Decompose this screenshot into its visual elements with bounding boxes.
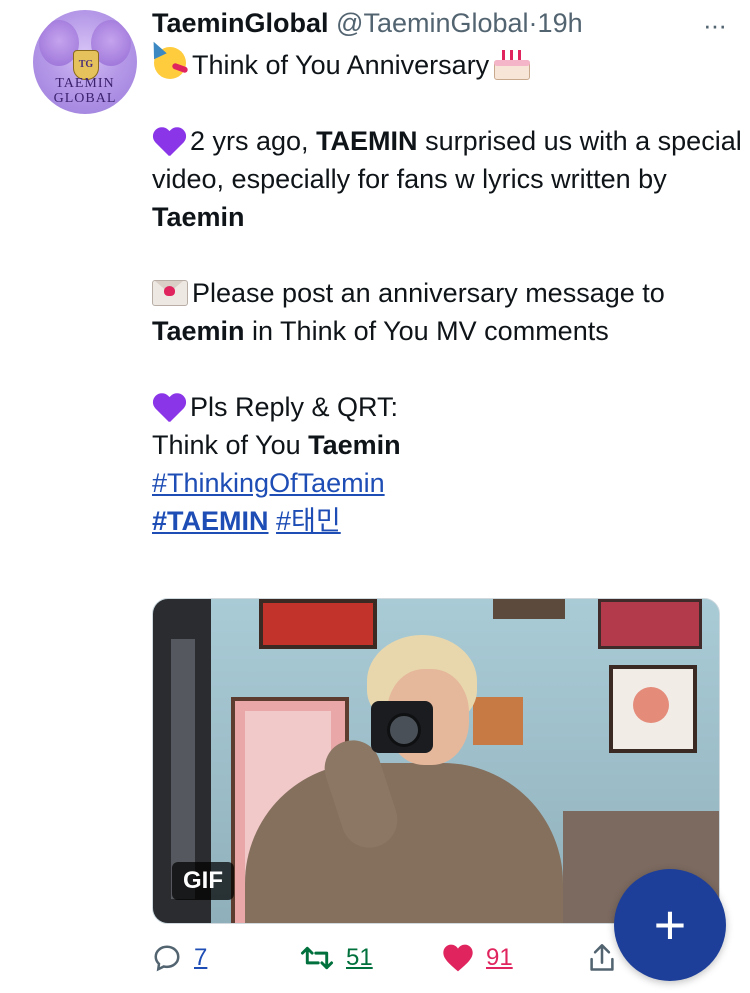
p1-text-b: TAEMIN <box>316 126 418 156</box>
p1-text-d: Taemin <box>152 202 245 232</box>
author-handle[interactable]: @TaeminGlobal <box>336 8 529 38</box>
tweet-line-title: Think of You Anniversary <box>147 38 742 84</box>
author-avatar[interactable]: TG TAEMIN GLOBAL <box>33 10 137 114</box>
gif-badge: GIF <box>172 862 234 900</box>
purple-heart-icon <box>152 126 186 156</box>
like-count[interactable]: 91 <box>486 944 513 972</box>
p1-text-a: 2 yrs ago, <box>190 126 317 156</box>
media-frame <box>598 599 702 649</box>
reply-button[interactable]: 7 <box>152 938 207 978</box>
share-icon <box>590 944 614 971</box>
tweet-text: Think of You Anniversary 2 yrs ago, TAEM… <box>147 38 742 540</box>
tweet-paragraph-3: Pls Reply & QRT: Think of You Taemin #Th… <box>152 388 742 540</box>
tweet-paragraph-2: Please post an anniversary message to Ta… <box>152 274 742 350</box>
media-frame <box>609 665 697 753</box>
tweet-media-gif[interactable] <box>152 598 720 924</box>
reply-count[interactable]: 7 <box>194 944 207 972</box>
media-frame <box>493 599 565 619</box>
like-button[interactable]: 91 <box>442 938 513 978</box>
plus-icon: + <box>653 893 687 956</box>
hashtag-taemin-korean[interactable]: #태민 <box>276 506 341 536</box>
more-options-icon[interactable]: ··· <box>703 8 727 42</box>
hashtag-taemin[interactable]: #TAEMIN <box>152 506 269 536</box>
p2-text-c: in Think of You MV comments <box>244 316 609 346</box>
p3-text-a: Pls Reply & QRT: <box>190 392 399 422</box>
tweet-time[interactable]: 19h <box>538 8 583 38</box>
partying-face-icon <box>147 38 189 81</box>
title-text: Think of You Anniversary <box>192 50 490 80</box>
media-poster <box>473 697 523 745</box>
purple-heart-icon <box>152 392 186 422</box>
p2-text-a: Please post an anniversary message to <box>192 278 665 308</box>
tweet-actions: 7 51 91 <box>152 938 622 978</box>
birthday-cake-icon <box>493 46 531 80</box>
media-frame <box>259 599 377 649</box>
media-person-coat <box>245 763 563 923</box>
retweet-icon <box>300 946 334 970</box>
retweet-button[interactable]: 51 <box>300 938 373 978</box>
tweet-header: TaeminGlobal @TaeminGlobal·19h ··· <box>152 6 740 40</box>
tweet-paragraph-1: 2 yrs ago, TAEMIN surprised us with a sp… <box>152 122 742 236</box>
hashtag-thinkingoftaemin[interactable]: #ThinkingOfTaemin <box>152 468 385 498</box>
media-camera <box>371 701 433 753</box>
p3-text-b: Think of You <box>152 430 309 460</box>
p3-text-c: Taemin <box>308 430 401 460</box>
heart-icon <box>443 944 473 972</box>
avatar-brand-text: TAEMIN GLOBAL <box>53 76 117 106</box>
separator-dot: · <box>528 8 538 38</box>
author-name[interactable]: TaeminGlobal <box>152 8 329 38</box>
retweet-count[interactable]: 51 <box>346 944 373 972</box>
compose-tweet-button[interactable]: + <box>614 869 726 981</box>
avatar-crest-text: TG <box>78 59 94 70</box>
p2-text-b: Taemin <box>152 316 245 346</box>
love-letter-icon <box>152 278 188 306</box>
share-button[interactable] <box>588 938 616 978</box>
reply-icon <box>154 945 180 972</box>
